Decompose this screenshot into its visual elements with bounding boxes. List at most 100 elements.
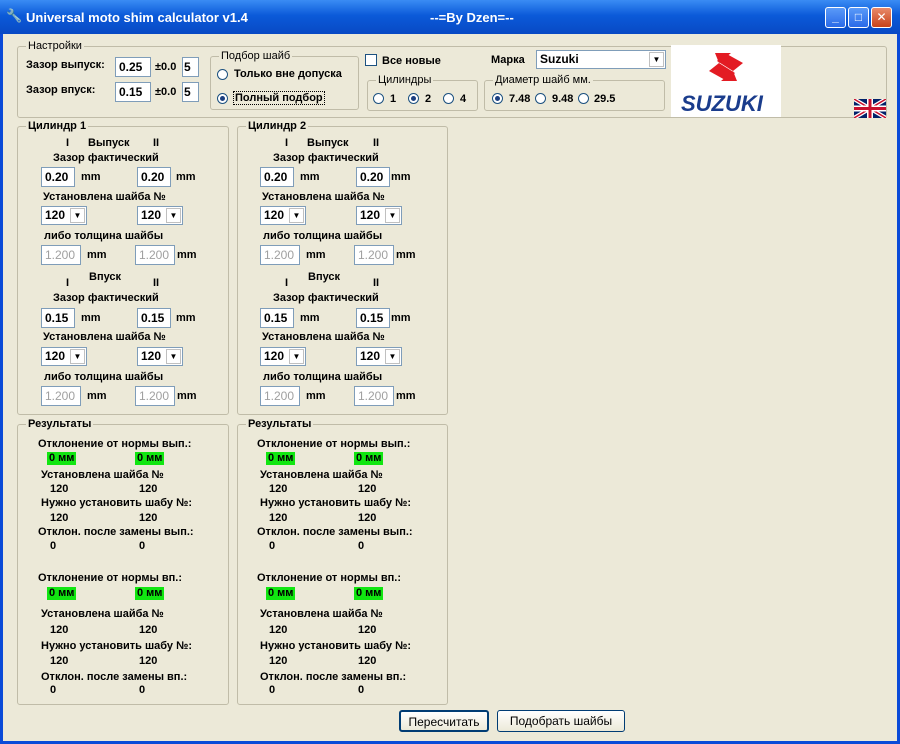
res2-installed-in-1: 120: [269, 624, 288, 636]
chevron-down-icon[interactable]: ▼: [166, 208, 181, 223]
cyl2-ex-thk2-unit: mm: [396, 249, 416, 261]
cyl2-in-thickness-label: либо толщина шайбы: [263, 371, 383, 383]
intake-gap-input[interactable]: 0.15: [115, 82, 151, 102]
pick-shims-button[interactable]: Подобрать шайбы: [497, 710, 625, 732]
res2-dev-in-badge-1: 0 мм: [266, 587, 296, 600]
cyl1-ex-gap2-unit: mm: [176, 171, 196, 183]
diameter-legend: Диаметр шайб мм.: [493, 74, 593, 86]
cyl1-in-shim2-dropdown[interactable]: 120 ▼: [137, 347, 183, 366]
chevron-down-icon[interactable]: ▼: [70, 208, 85, 223]
cyl1-in-gap2-input[interactable]: 0.15: [137, 308, 171, 328]
cyl2-in-thk1-unit: mm: [306, 390, 326, 402]
chevron-down-icon[interactable]: ▼: [166, 349, 181, 364]
recalculate-button[interactable]: Пересчитать: [399, 710, 489, 732]
title-bar[interactable]: 🔧 Universal moto shim calculator v1.4 --…: [0, 0, 900, 34]
cyl2-ex-gap2-input[interactable]: 0.20: [356, 167, 390, 187]
cyl1-intake-header: Впуск: [89, 271, 122, 283]
cyl1-in-thickness-label: либо толщина шайбы: [44, 371, 164, 383]
radio-dia-748-label[interactable]: 7.48: [509, 93, 530, 105]
chevron-down-icon[interactable]: ▼: [70, 349, 85, 364]
cyl2-in-gap2-input[interactable]: 0.15: [356, 308, 390, 328]
cyl1-ex-thk1-unit: mm: [87, 249, 107, 261]
res1-installed-ex-2: 120: [139, 483, 158, 495]
cyl1-ex-shim2-value: 120: [141, 208, 162, 222]
res2-after-ex-label: Отклон. после замены вып.:: [257, 526, 413, 538]
radio-cyl-4-label[interactable]: 4: [460, 93, 466, 105]
cyl2-ex-thk1-input[interactable]: 1.200: [260, 245, 300, 265]
res1-installed-ex-label: Установлена шайба №: [41, 469, 164, 481]
radio-out-of-tolerance-label[interactable]: Только вне допуска: [234, 68, 342, 80]
all-new-label[interactable]: Все новые: [382, 55, 441, 67]
res2-dev-ex-badge-1: 0 мм: [266, 452, 296, 465]
exhaust-gap-input[interactable]: 0.25: [115, 57, 151, 77]
res1-dev-ex-label: Отклонение от нормы вып.:: [38, 438, 192, 450]
cyl1-in-thk2-input[interactable]: 1.200: [135, 386, 175, 406]
res1-after-ex-label: Отклон. после замены вып.:: [38, 526, 194, 538]
radio-dia-295-label[interactable]: 29.5: [594, 93, 615, 105]
all-new-checkbox[interactable]: [365, 54, 377, 66]
shim-selection-legend: Подбор шайб: [219, 50, 293, 62]
close-icon: ✕: [876, 10, 887, 24]
uk-flag-icon[interactable]: [854, 99, 886, 118]
app-window: 🔧 Universal moto shim calculator v1.4 --…: [0, 0, 900, 744]
cyl1-in-thk1-input[interactable]: 1.200: [41, 386, 81, 406]
cyl1-ex-shim1-dropdown[interactable]: 120 ▼: [41, 206, 87, 225]
radio-out-of-tolerance[interactable]: [217, 69, 228, 80]
window-title: Universal moto shim calculator v1.4: [26, 10, 248, 25]
radio-full-selection-label[interactable]: Полный подбор: [233, 91, 325, 105]
res1-after-in-1: 0: [50, 684, 57, 696]
radio-cyl-2[interactable]: [408, 93, 419, 104]
cyl1-ex-gap1-input[interactable]: 0.20: [41, 167, 75, 187]
cyl2-in-gap1-input[interactable]: 0.15: [260, 308, 294, 328]
radio-dia-948[interactable]: [535, 93, 546, 104]
res2-installed-in-label: Установлена шайба №: [260, 608, 383, 620]
cyl2-ex-thk2-input[interactable]: 1.200: [354, 245, 394, 265]
chevron-down-icon[interactable]: ▼: [289, 208, 304, 223]
radio-full-selection[interactable]: [217, 93, 228, 104]
cyl2-ex-shim2-dropdown[interactable]: 120 ▼: [356, 206, 402, 225]
cyl1-in-gap1-input[interactable]: 0.15: [41, 308, 75, 328]
cyl2-ex-gap2-unit: mm: [391, 171, 411, 183]
res1-dev-ex-badge-2: 0 мм: [135, 452, 165, 465]
cyl2-in-shim1-dropdown[interactable]: 120 ▼: [260, 347, 306, 366]
res1-need-in-2: 120: [139, 655, 158, 667]
res2-dev-in-label: Отклонение от нормы вп.:: [257, 572, 402, 584]
radio-cyl-2-label[interactable]: 2: [425, 93, 431, 105]
radio-dia-948-label[interactable]: 9.48: [552, 93, 573, 105]
minimize-icon: _: [832, 10, 839, 24]
res1-dev-ex-badge-1: 0 мм: [47, 452, 77, 465]
cyl1-ex-thk1-input[interactable]: 1.200: [41, 245, 81, 265]
cyl2-in-shim2-dropdown[interactable]: 120 ▼: [356, 347, 402, 366]
chevron-down-icon[interactable]: ▼: [289, 349, 304, 364]
maximize-button[interactable]: □: [848, 7, 869, 28]
radio-dia-295[interactable]: [578, 93, 589, 104]
cyl1-in-thk1-unit: mm: [87, 390, 107, 402]
brand-dropdown[interactable]: Suzuki ▼: [536, 50, 666, 69]
res1-after-in-label: Отклон. после замены вп.:: [41, 671, 188, 683]
chevron-down-icon[interactable]: ▼: [649, 52, 664, 67]
radio-cyl-1[interactable]: [373, 93, 384, 104]
chevron-down-icon[interactable]: ▼: [385, 208, 400, 223]
intake-tolerance-input[interactable]: 5: [182, 82, 199, 102]
cyl1-in-shim1-dropdown[interactable]: 120 ▼: [41, 347, 87, 366]
chevron-down-icon[interactable]: ▼: [385, 349, 400, 364]
cyl2-in-thk2-input[interactable]: 1.200: [354, 386, 394, 406]
cyl2-ex-gap1-input[interactable]: 0.20: [260, 167, 294, 187]
exhaust-tolerance-input[interactable]: 5: [182, 57, 199, 77]
radio-dia-748[interactable]: [492, 93, 503, 104]
close-button[interactable]: ✕: [871, 7, 892, 28]
res1-need-ex-1: 120: [50, 512, 69, 524]
cyl1-ex-thickness-label: либо толщина шайбы: [44, 230, 164, 242]
cyl2-ex-shim1-dropdown[interactable]: 120 ▼: [260, 206, 306, 225]
cyl1-ex-shim2-dropdown[interactable]: 120 ▼: [137, 206, 183, 225]
res2-need-in-2: 120: [358, 655, 377, 667]
res2-need-ex-label: Нужно установить шабу №:: [260, 497, 412, 509]
cyl1-ex-gap2-input[interactable]: 0.20: [137, 167, 171, 187]
radio-cyl-1-label[interactable]: 1: [390, 93, 396, 105]
res2-installed-ex-label: Установлена шайба №: [260, 469, 383, 481]
radio-cyl-4[interactable]: [443, 93, 454, 104]
cyl2-in-thk1-input[interactable]: 1.200: [260, 386, 300, 406]
minimize-button[interactable]: _: [825, 7, 846, 28]
res2-need-ex-2: 120: [358, 512, 377, 524]
cyl1-ex-thk2-input[interactable]: 1.200: [135, 245, 175, 265]
